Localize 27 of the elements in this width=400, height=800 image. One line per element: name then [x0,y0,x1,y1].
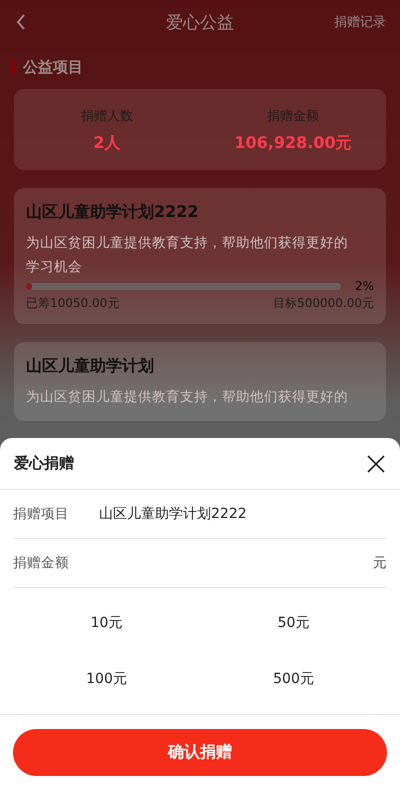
stat-value: 2人 [93,133,121,154]
stat-label: 捐赠人数 [81,108,133,125]
records-link[interactable]: 捐赠记录 [334,13,386,31]
section-title: 公益项目 [23,58,83,77]
close-icon[interactable] [366,454,386,474]
back-icon[interactable] [16,14,26,30]
amount-option[interactable]: 10元 [13,603,200,643]
raised-amount: 已筹10050.00元 [26,295,120,312]
project-title: 山区儿童助学计划 [26,356,155,377]
amount-option[interactable]: 500元 [200,659,387,699]
stat-label: 捐赠金额 [267,108,319,125]
field-label: 捐赠项目 [13,505,70,523]
amount-option[interactable]: 50元 [200,603,387,643]
progress-percent: 2% [354,279,374,293]
currency-unit: 元 [373,554,387,572]
field-label: 捐赠金额 [13,554,70,572]
project-card[interactable]: 山区儿童助学计划2222 为山区贫困儿童提供教育支持，帮助他们获得更好的学习机会 2% 已筹10050.00元 目标500000.00元 [14,188,386,324]
amount-option[interactable]: 100元 [13,659,200,699]
project-description: 为山区贫困儿童提供教育支持，帮助他们获得更好的学习机会 [26,234,349,277]
page-title: 爱心公益 [166,12,234,34]
project-description: 为山区贫困儿童提供教育支持，帮助他们获得更好的 [26,388,349,407]
project-title: 山区儿童助学计划2222 [26,202,200,223]
target-amount: 目标500000.00元 [273,295,374,312]
confirm-button[interactable]: 确认捐赠 [13,729,387,776]
sheet-title: 爱心捐赠 [14,454,74,473]
project-value: 山区儿童助学计划2222 [99,505,247,523]
stat-value: 106,928.00元 [234,133,352,154]
